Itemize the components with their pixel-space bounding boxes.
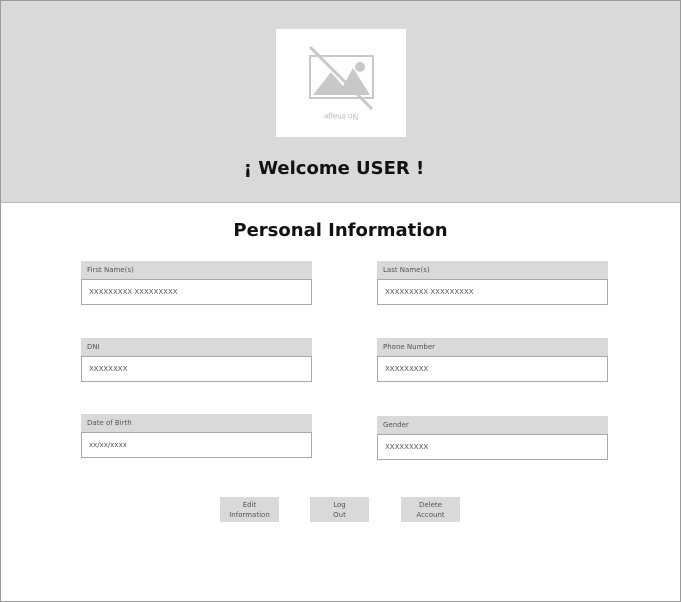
date-of-birth-label: Date of Birth (81, 414, 312, 432)
no-image-icon: No image (308, 45, 374, 121)
date-of-birth-field: Date of Birth xx/xx/xxxx (81, 414, 312, 458)
no-image-text: No image (323, 112, 358, 121)
gender-field: Gender XXXXXXXXX (377, 416, 608, 460)
first-name-field: First Name(s) XXXXXXXXX XXXXXXXXX (81, 261, 312, 305)
dni-label: DNI (81, 338, 312, 356)
gender-input[interactable]: XXXXXXXXX (377, 434, 608, 460)
profile-header: No image ¡ Welcome USER ! (1, 1, 680, 203)
edit-information-button[interactable]: Edit Information (220, 497, 279, 522)
last-name-label: Last Name(s) (377, 261, 608, 279)
delete-account-button[interactable]: Delete Account (401, 497, 460, 522)
dni-field: DNI XXXXXXXX (81, 338, 312, 382)
phone-number-label: Phone Number (377, 338, 608, 356)
profile-image-placeholder: No image (276, 29, 406, 137)
date-of-birth-input[interactable]: xx/xx/xxxx (81, 432, 312, 458)
first-name-input[interactable]: XXXXXXXXX XXXXXXXXX (81, 279, 312, 305)
dni-input[interactable]: XXXXXXXX (81, 356, 312, 382)
first-name-label: First Name(s) (81, 261, 312, 279)
gender-label: Gender (377, 416, 608, 434)
last-name-input[interactable]: XXXXXXXXX XXXXXXXXX (377, 279, 608, 305)
phone-number-input[interactable]: XXXXXXXXX (377, 356, 608, 382)
section-title: Personal Information (233, 220, 448, 241)
last-name-field: Last Name(s) XXXXXXXXX XXXXXXXXX (377, 261, 608, 305)
welcome-message: ¡ Welcome USER ! (243, 158, 425, 179)
log-out-button[interactable]: Log Out (310, 497, 369, 522)
phone-number-field: Phone Number XXXXXXXXX (377, 338, 608, 382)
